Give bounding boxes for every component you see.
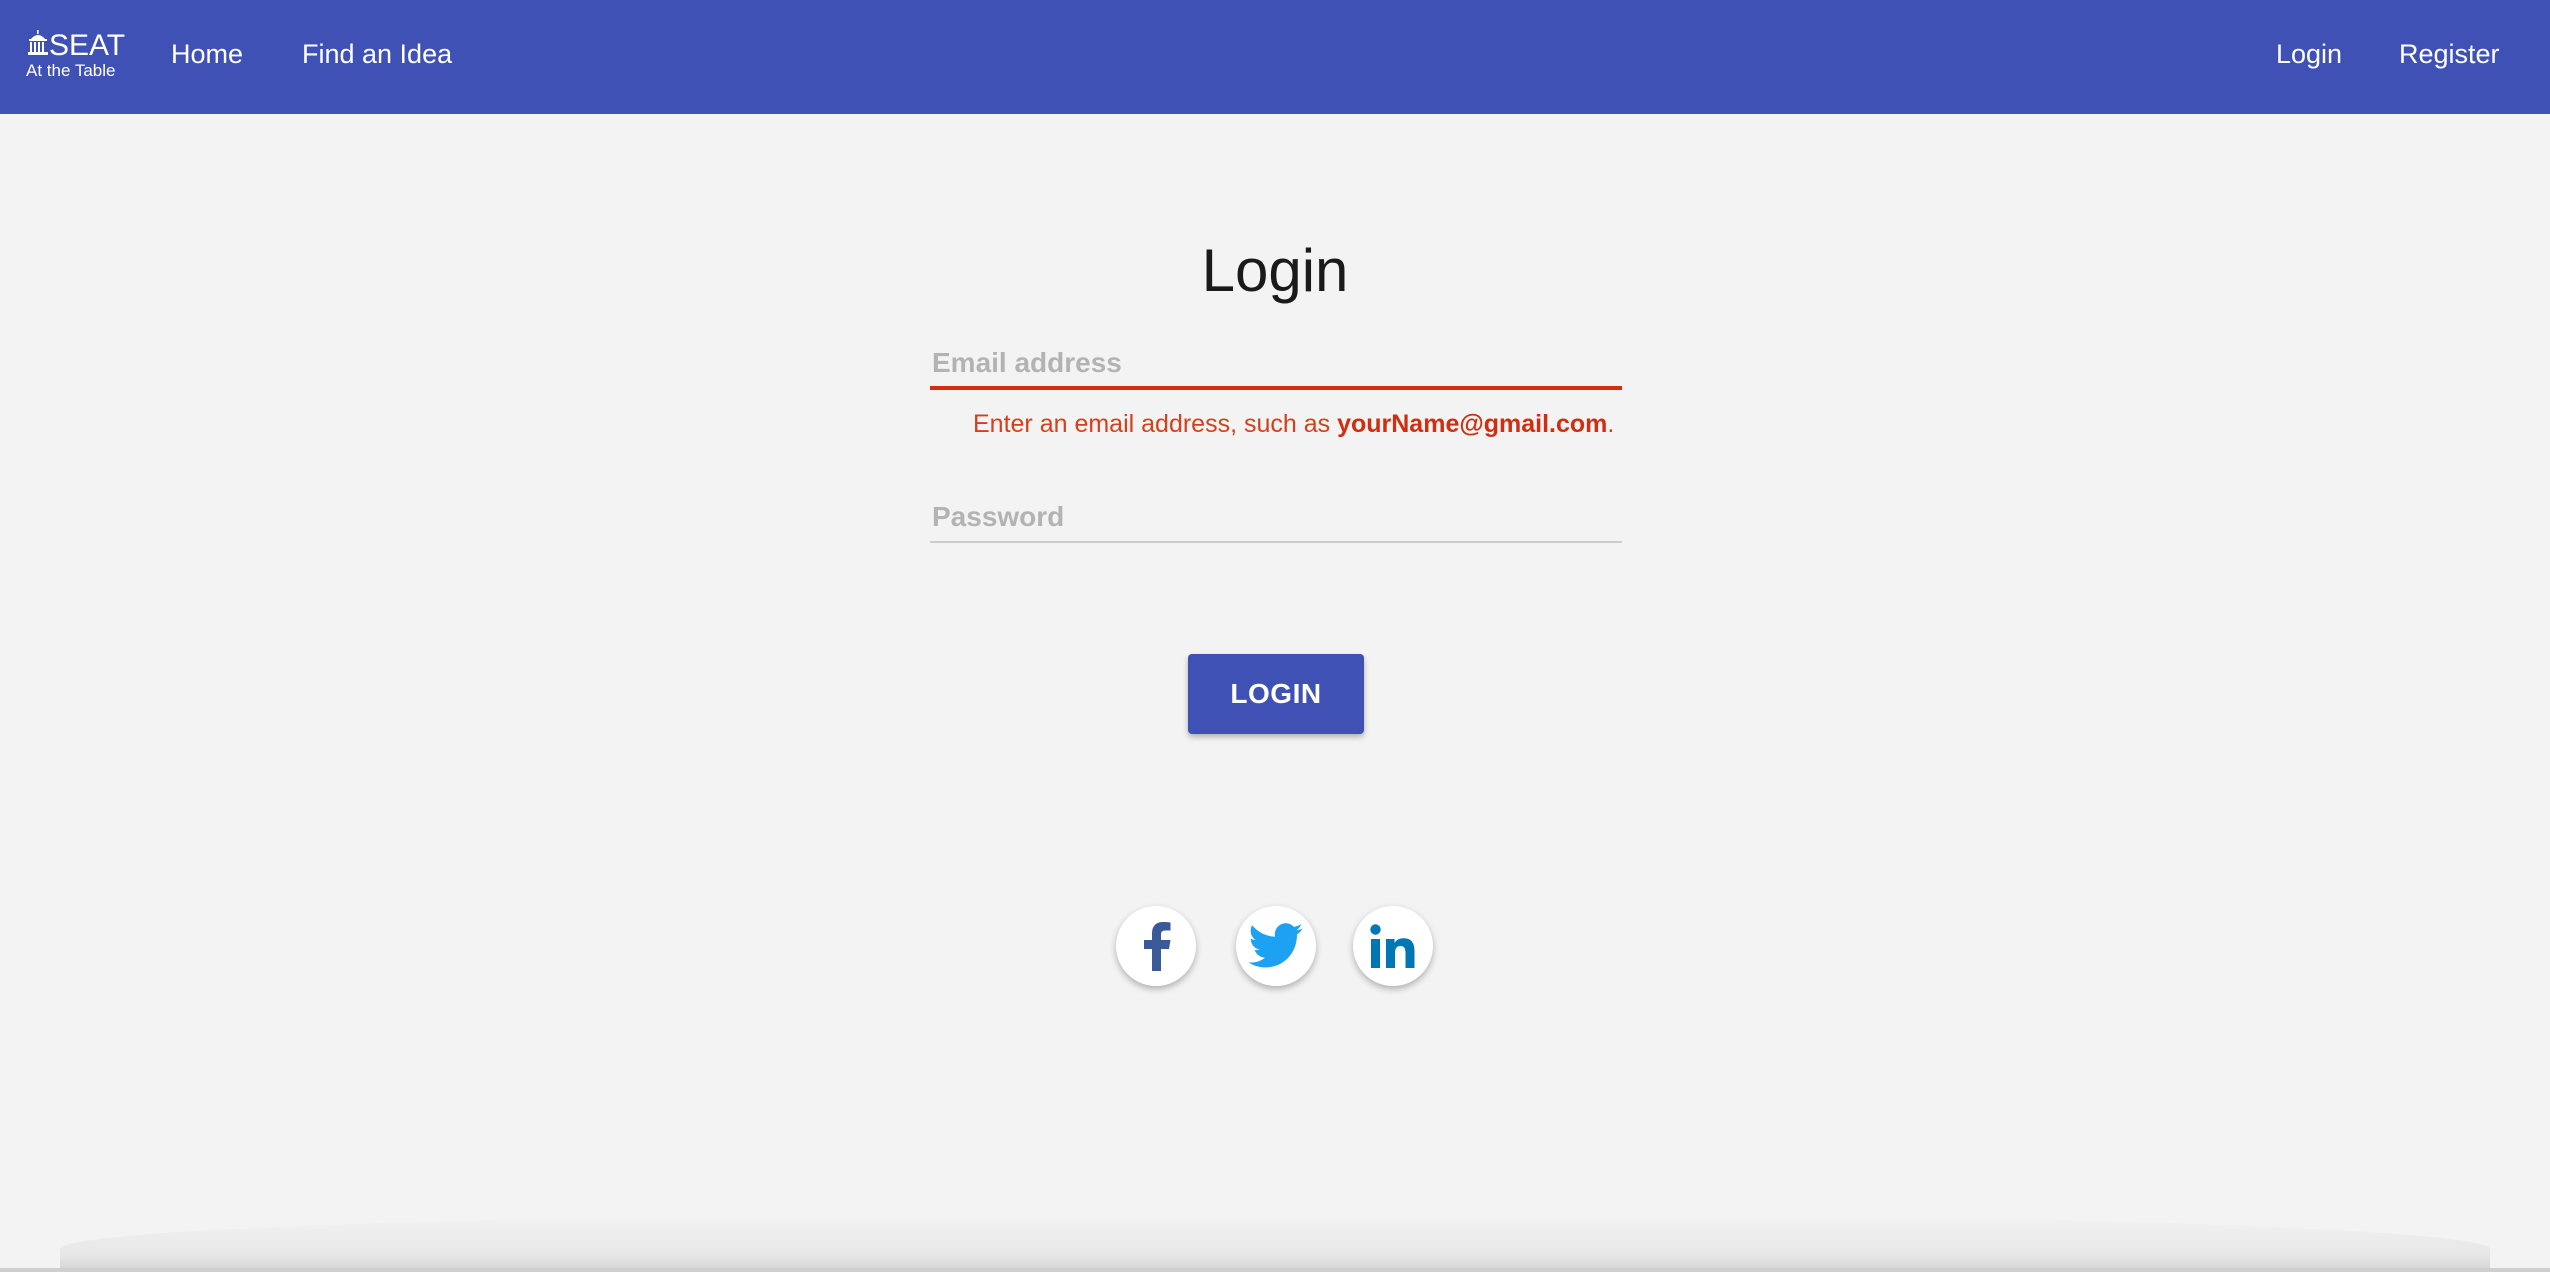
footer-shadow <box>60 1214 2490 1272</box>
nav-home-link[interactable]: Home <box>171 36 243 72</box>
email-error-prefix: Enter an email address, such as <box>973 410 1338 438</box>
password-input[interactable] <box>930 493 1622 543</box>
logo-subtitle: At the Table <box>26 61 116 80</box>
nav-find-idea-link[interactable]: Find an Idea <box>302 36 452 72</box>
nav-login-link[interactable]: Login <box>2276 36 2342 72</box>
facebook-login-button[interactable] <box>1116 906 1196 986</box>
logo-title: SEAT <box>49 29 126 62</box>
nav-register-link[interactable]: Register <box>2399 36 2500 72</box>
footer-divider <box>0 1268 2550 1272</box>
facebook-icon <box>1144 922 1171 971</box>
site-logo[interactable]: SEAT At the Table <box>25 28 125 84</box>
email-error-suffix: . <box>1607 410 1615 438</box>
linkedin-icon <box>1370 924 1415 968</box>
page-title: Login <box>1201 237 1349 304</box>
capitol-building-icon <box>28 30 48 55</box>
twitter-login-button[interactable] <box>1236 906 1316 986</box>
email-error-example: yourName@gmail.com <box>1337 410 1608 438</box>
email-error-message: Enter an email address, such as yourName… <box>973 407 1614 441</box>
linkedin-login-button[interactable] <box>1353 906 1433 986</box>
twitter-icon <box>1248 923 1303 968</box>
top-navbar: SEAT At the Table Home Find an Idea Logi… <box>0 0 2550 114</box>
email-input[interactable] <box>930 340 1622 390</box>
login-button[interactable]: LOGIN <box>1188 654 1364 734</box>
